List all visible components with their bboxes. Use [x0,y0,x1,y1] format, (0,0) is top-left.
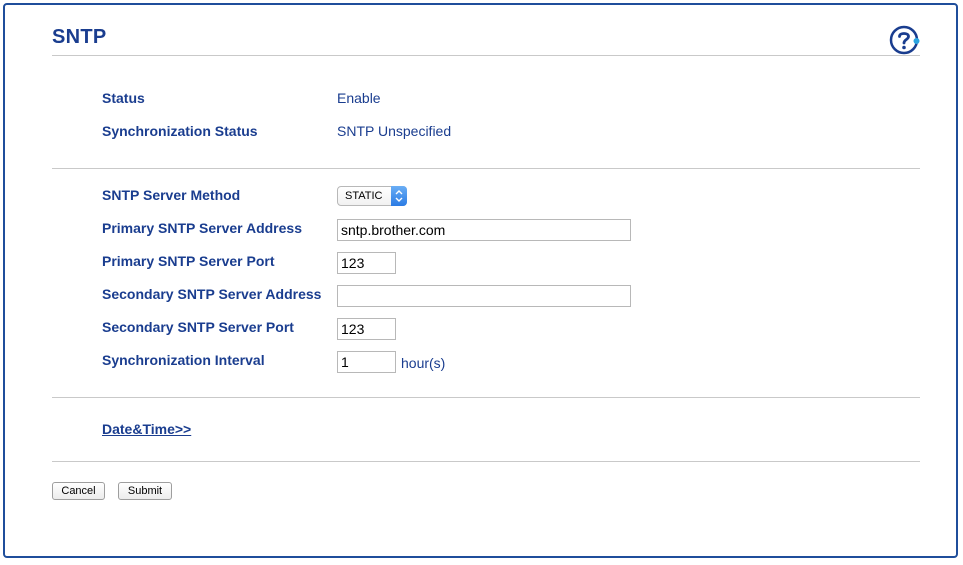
primary-address-input[interactable] [337,219,631,241]
secondary-port-label: Secondary SNTP Server Port [102,319,294,335]
server-method-select[interactable]: STATIC [337,186,407,206]
select-arrows-icon [391,186,407,206]
sync-interval-input[interactable] [337,351,396,373]
primary-port-input[interactable] [337,252,396,274]
secondary-address-input[interactable] [337,285,631,307]
status-value: Enable [337,90,381,106]
sync-interval-unit: hour(s) [401,355,446,371]
server-method-label: SNTP Server Method [102,187,241,203]
secondary-address-label: Secondary SNTP Server Address [102,286,322,302]
status-label: Status [102,90,145,106]
page-title: SNTP [52,26,107,48]
date-time-link[interactable]: Date&Time>> [102,421,191,437]
section-divider [52,397,920,398]
sync-status-value: SNTP Unspecified [337,123,452,139]
primary-port-label: Primary SNTP Server Port [102,253,275,269]
page-frame [3,3,958,558]
submit-button[interactable]: Submit [118,482,172,500]
primary-address-label: Primary SNTP Server Address [102,220,302,236]
server-method-value: STATIC [345,190,383,202]
section-divider [52,461,920,462]
sync-interval-label: Synchronization Interval [102,352,265,368]
sync-status-label: Synchronization Status [102,123,258,139]
cancel-button[interactable]: Cancel [52,482,105,500]
title-divider [52,55,920,56]
secondary-port-input[interactable] [337,318,396,340]
help-question-icon[interactable] [889,25,921,57]
section-divider [52,168,920,169]
